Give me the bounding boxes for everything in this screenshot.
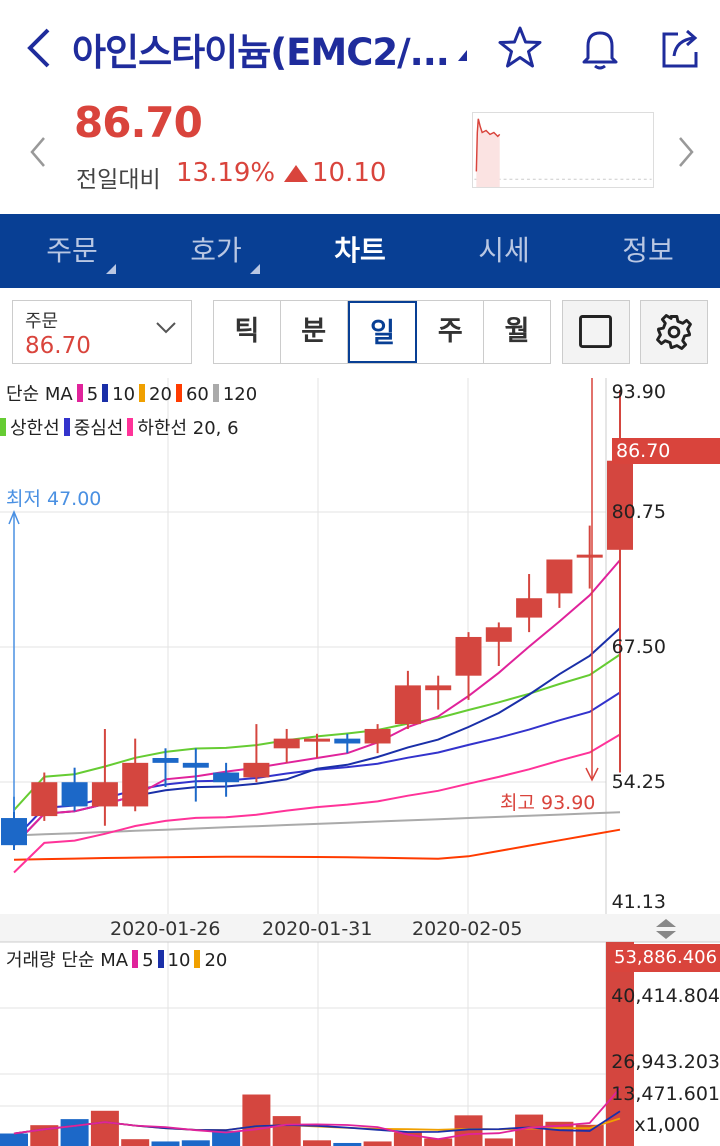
date-axis-tick: 2020-01-31 bbox=[262, 918, 373, 940]
volume-bar bbox=[484, 1138, 513, 1146]
period-minute-button[interactable]: 분 bbox=[281, 301, 348, 363]
price-chart[interactable] bbox=[0, 376, 720, 1146]
price-axis-tick: 93.90 bbox=[611, 381, 666, 403]
gear-icon bbox=[656, 314, 692, 350]
period-selector: 틱 분 일 주 월 bbox=[213, 300, 551, 364]
current-price: 86.70 bbox=[74, 98, 203, 147]
candle-body bbox=[1, 818, 27, 846]
volume-axis-tick: 40,414.804 bbox=[611, 985, 720, 1007]
volume-bar bbox=[272, 1116, 301, 1146]
tab-order[interactable]: 주문 bbox=[0, 214, 144, 288]
candle-body bbox=[455, 636, 482, 676]
volume-bar bbox=[121, 1139, 150, 1146]
volume-axis-tick: 26,943.203 bbox=[611, 1051, 720, 1073]
candle-body bbox=[546, 559, 573, 594]
period-tick-button[interactable]: 틱 bbox=[214, 301, 281, 363]
candle-body bbox=[91, 782, 118, 807]
share-icon[interactable] bbox=[656, 24, 704, 72]
tab-orderbook[interactable]: 호가 bbox=[144, 214, 288, 288]
price-axis-tick: 41.13 bbox=[611, 891, 666, 913]
fullscreen-button[interactable] bbox=[562, 300, 630, 364]
candle-body bbox=[394, 685, 421, 725]
volume-bar bbox=[606, 941, 634, 1146]
order-select[interactable]: 주문 86.70 bbox=[12, 300, 192, 364]
volume-bar bbox=[60, 1119, 89, 1146]
candle-body bbox=[364, 728, 391, 744]
tab-chart[interactable]: 차트 bbox=[288, 214, 432, 288]
back-icon[interactable] bbox=[22, 26, 56, 70]
volume-last-badge: 53,886.406 bbox=[610, 944, 720, 972]
candle-body bbox=[516, 598, 543, 618]
candle-body bbox=[334, 738, 361, 744]
page-title[interactable]: 아인스타이늄(EMC2/... bbox=[72, 22, 450, 76]
candle-body bbox=[425, 685, 452, 691]
chevron-down-icon bbox=[156, 322, 176, 334]
up-triangle-icon bbox=[284, 165, 308, 182]
tab-info[interactable]: 정보 bbox=[576, 214, 720, 288]
volume-bar bbox=[151, 1141, 180, 1146]
change-amount: 10.10 bbox=[312, 158, 387, 188]
tab-market[interactable]: 시세 bbox=[432, 214, 576, 288]
volume-bar bbox=[0, 1133, 28, 1146]
mini-chart[interactable] bbox=[472, 112, 654, 188]
candle-body bbox=[576, 554, 603, 558]
low-annotation: 최저 47.00 bbox=[6, 488, 102, 510]
candle-body bbox=[182, 762, 209, 768]
period-month-button[interactable]: 월 bbox=[484, 301, 550, 363]
volume-bar bbox=[303, 1140, 331, 1146]
period-week-button[interactable]: 주 bbox=[417, 301, 485, 363]
volume-bar bbox=[90, 1110, 119, 1146]
main-tabs: 주문 호가 차트 시세 정보 bbox=[0, 214, 720, 288]
date-axis-tick: 2020-01-26 bbox=[110, 918, 221, 940]
volume-bar bbox=[242, 1094, 271, 1146]
candle-body bbox=[31, 782, 58, 817]
candle-body bbox=[152, 758, 179, 763]
bell-icon[interactable] bbox=[576, 24, 624, 72]
candle-body bbox=[61, 782, 88, 807]
date-axis-tick: 2020-02-05 bbox=[412, 918, 523, 940]
volume-bar bbox=[181, 1140, 210, 1146]
candle-body bbox=[304, 738, 330, 742]
envelope-legend: 상한선 중심선 하한선 20, 6 bbox=[0, 414, 239, 440]
candle-body bbox=[122, 762, 149, 807]
period-day-button[interactable]: 일 bbox=[347, 301, 418, 363]
candle-body bbox=[273, 738, 300, 749]
volume-unit: x1,000 bbox=[634, 1114, 700, 1136]
price-axis-tick: 80.75 bbox=[611, 501, 666, 523]
order-select-value: 86.70 bbox=[25, 333, 91, 359]
price-axis-tick: 67.50 bbox=[611, 636, 666, 658]
title-dropdown-icon[interactable] bbox=[458, 50, 467, 61]
prev-day-label: 전일대비 bbox=[76, 167, 161, 193]
candle-body bbox=[243, 762, 270, 778]
high-annotation: 최고 93.90 bbox=[500, 792, 596, 814]
volume-legend: 거래량 단순 MA 5 10 20 bbox=[6, 950, 228, 971]
volume-axis-tick: 13,471.601 bbox=[611, 1083, 720, 1105]
next-coin-icon[interactable] bbox=[676, 136, 696, 168]
chart-settings-button[interactable] bbox=[640, 300, 708, 364]
candle-body bbox=[485, 627, 512, 642]
change-percent: 13.19% bbox=[176, 158, 276, 188]
star-icon[interactable] bbox=[496, 24, 544, 72]
price-axis-tick: 54.25 bbox=[611, 771, 666, 793]
top-bar: 아인스타이늄(EMC2/... bbox=[0, 0, 720, 96]
volume-bar bbox=[363, 1141, 392, 1146]
candle-body bbox=[213, 772, 240, 783]
square-icon bbox=[579, 315, 612, 348]
ma-legend: 단순 MA 5 10 20 60 120 bbox=[6, 384, 258, 405]
prev-coin-icon[interactable] bbox=[28, 136, 48, 168]
last-price-badge: 86.70 bbox=[612, 438, 720, 464]
